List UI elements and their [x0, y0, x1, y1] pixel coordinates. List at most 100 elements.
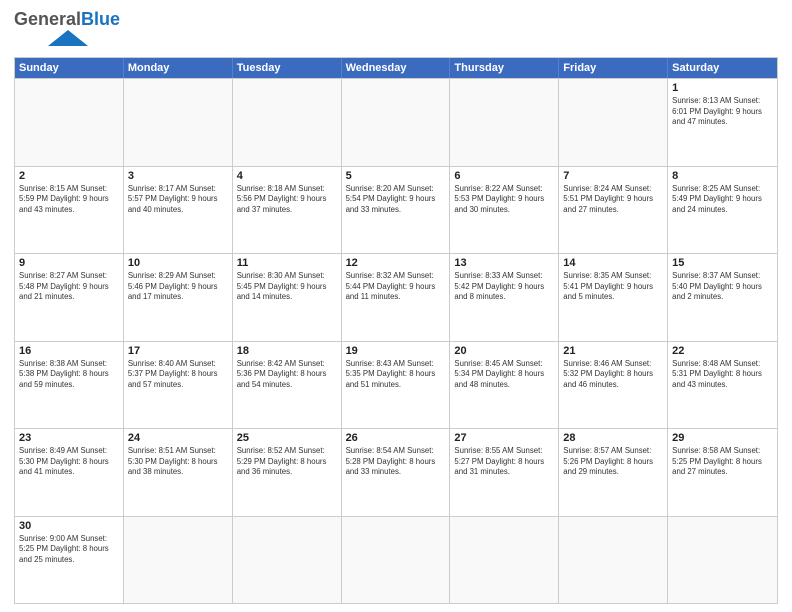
day-number: 30: [19, 520, 119, 532]
day-info: Sunrise: 8:55 AM Sunset: 5:27 PM Dayligh…: [454, 446, 554, 478]
day-number: 29: [672, 432, 773, 444]
calendar-row-5: 23 Sunrise: 8:49 AM Sunset: 5:30 PM Dayli…: [15, 428, 777, 516]
day-cell-22: 22 Sunrise: 8:48 AM Sunset: 5:31 PM Dayli…: [668, 342, 777, 429]
day-number: 27: [454, 432, 554, 444]
day-info: Sunrise: 8:33 AM Sunset: 5:42 PM Dayligh…: [454, 271, 554, 303]
day-cell-23: 23 Sunrise: 8:49 AM Sunset: 5:30 PM Dayli…: [15, 429, 124, 516]
day-cell-8: 8 Sunrise: 8:25 AM Sunset: 5:49 PM Daylig…: [668, 167, 777, 254]
page: General Blue SundayMondayTuesdayWednesda…: [0, 0, 792, 612]
empty-cell: [450, 517, 559, 604]
calendar-header: SundayMondayTuesdayWednesdayThursdayFrid…: [15, 58, 777, 78]
day-cell-5: 5Sunrise: 8:20 AM Sunset: 5:54 PM Daylig…: [342, 167, 451, 254]
day-info: Sunrise: 8:51 AM Sunset: 5:30 PM Dayligh…: [128, 446, 228, 478]
day-number: 10: [128, 257, 228, 269]
day-number: 13: [454, 257, 554, 269]
day-number: 2: [19, 170, 119, 182]
day-cell-16: 16 Sunrise: 8:38 AM Sunset: 5:38 PM Dayli…: [15, 342, 124, 429]
day-number: 1: [672, 82, 773, 94]
day-number: 16: [19, 345, 119, 357]
day-number: 12: [346, 257, 446, 269]
day-info: Sunrise: 8:13 AM Sunset: 6:01 PM Dayligh…: [672, 96, 773, 128]
day-cell-11: 11 Sunrise: 8:30 AM Sunset: 5:45 PM Dayli…: [233, 254, 342, 341]
weekday-header-tuesday: Tuesday: [233, 58, 342, 78]
day-number: 9: [19, 257, 119, 269]
day-cell-29: 29Sunrise: 8:58 AM Sunset: 5:25 PM Dayli…: [668, 429, 777, 516]
day-info: Sunrise: 8:20 AM Sunset: 5:54 PM Dayligh…: [346, 184, 446, 216]
weekday-header-monday: Monday: [124, 58, 233, 78]
day-info: Sunrise: 8:49 AM Sunset: 5:30 PM Dayligh…: [19, 446, 119, 478]
day-info: Sunrise: 8:46 AM Sunset: 5:32 PM Dayligh…: [563, 359, 663, 391]
day-number: 25: [237, 432, 337, 444]
day-cell-12: 12Sunrise: 8:32 AM Sunset: 5:44 PM Dayli…: [342, 254, 451, 341]
day-cell-17: 17Sunrise: 8:40 AM Sunset: 5:37 PM Dayli…: [124, 342, 233, 429]
day-cell-3: 3Sunrise: 8:17 AM Sunset: 5:57 PM Daylig…: [124, 167, 233, 254]
day-info: Sunrise: 8:48 AM Sunset: 5:31 PM Dayligh…: [672, 359, 773, 391]
weekday-header-saturday: Saturday: [668, 58, 777, 78]
day-info: Sunrise: 8:29 AM Sunset: 5:46 PM Dayligh…: [128, 271, 228, 303]
day-number: 17: [128, 345, 228, 357]
day-cell-1: 1 Sunrise: 8:13 AM Sunset: 6:01 PM Daylig…: [668, 79, 777, 166]
empty-cell: [342, 79, 451, 166]
day-cell-30: 30 Sunrise: 9:00 AM Sunset: 5:25 PM Dayli…: [15, 517, 124, 604]
empty-cell: [342, 517, 451, 604]
day-info: Sunrise: 8:37 AM Sunset: 5:40 PM Dayligh…: [672, 271, 773, 303]
day-number: 19: [346, 345, 446, 357]
day-info: Sunrise: 8:54 AM Sunset: 5:28 PM Dayligh…: [346, 446, 446, 478]
weekday-header-sunday: Sunday: [15, 58, 124, 78]
day-info: Sunrise: 8:42 AM Sunset: 5:36 PM Dayligh…: [237, 359, 337, 391]
day-cell-13: 13 Sunrise: 8:33 AM Sunset: 5:42 PM Dayli…: [450, 254, 559, 341]
empty-cell: [233, 79, 342, 166]
day-number: 26: [346, 432, 446, 444]
day-cell-6: 6 Sunrise: 8:22 AM Sunset: 5:53 PM Daylig…: [450, 167, 559, 254]
day-info: Sunrise: 8:22 AM Sunset: 5:53 PM Dayligh…: [454, 184, 554, 216]
day-number: 7: [563, 170, 663, 182]
day-info: Sunrise: 8:57 AM Sunset: 5:26 PM Dayligh…: [563, 446, 663, 478]
day-info: Sunrise: 9:00 AM Sunset: 5:25 PM Dayligh…: [19, 534, 119, 566]
day-cell-21: 21Sunrise: 8:46 AM Sunset: 5:32 PM Dayli…: [559, 342, 668, 429]
day-info: Sunrise: 8:17 AM Sunset: 5:57 PM Dayligh…: [128, 184, 228, 216]
weekday-header-thursday: Thursday: [450, 58, 559, 78]
day-cell-9: 9 Sunrise: 8:27 AM Sunset: 5:48 PM Daylig…: [15, 254, 124, 341]
day-cell-18: 18Sunrise: 8:42 AM Sunset: 5:36 PM Dayli…: [233, 342, 342, 429]
weekday-header-wednesday: Wednesday: [342, 58, 451, 78]
calendar-row-6: 30 Sunrise: 9:00 AM Sunset: 5:25 PM Dayli…: [15, 516, 777, 604]
day-number: 15: [672, 257, 773, 269]
day-info: Sunrise: 8:38 AM Sunset: 5:38 PM Dayligh…: [19, 359, 119, 391]
day-number: 6: [454, 170, 554, 182]
day-cell-7: 7 Sunrise: 8:24 AM Sunset: 5:51 PM Daylig…: [559, 167, 668, 254]
day-number: 11: [237, 257, 337, 269]
weekday-header-friday: Friday: [559, 58, 668, 78]
calendar-row-2: 2Sunrise: 8:15 AM Sunset: 5:59 PM Daylig…: [15, 166, 777, 254]
day-number: 8: [672, 170, 773, 182]
day-info: Sunrise: 8:30 AM Sunset: 5:45 PM Dayligh…: [237, 271, 337, 303]
day-info: Sunrise: 8:25 AM Sunset: 5:49 PM Dayligh…: [672, 184, 773, 216]
calendar: SundayMondayTuesdayWednesdayThursdayFrid…: [14, 57, 778, 604]
day-info: Sunrise: 8:45 AM Sunset: 5:34 PM Dayligh…: [454, 359, 554, 391]
day-cell-19: 19 Sunrise: 8:43 AM Sunset: 5:35 PM Dayli…: [342, 342, 451, 429]
calendar-row-3: 9 Sunrise: 8:27 AM Sunset: 5:48 PM Daylig…: [15, 253, 777, 341]
logo-blue-text: Blue: [81, 10, 120, 28]
day-number: 23: [19, 432, 119, 444]
day-cell-14: 14Sunrise: 8:35 AM Sunset: 5:41 PM Dayli…: [559, 254, 668, 341]
day-number: 20: [454, 345, 554, 357]
day-info: Sunrise: 8:43 AM Sunset: 5:35 PM Dayligh…: [346, 359, 446, 391]
calendar-body: 1 Sunrise: 8:13 AM Sunset: 6:01 PM Daylig…: [15, 78, 777, 603]
logo-general-text: General: [14, 10, 81, 28]
empty-cell: [124, 517, 233, 604]
day-cell-10: 10 Sunrise: 8:29 AM Sunset: 5:46 PM Dayli…: [124, 254, 233, 341]
day-info: Sunrise: 8:27 AM Sunset: 5:48 PM Dayligh…: [19, 271, 119, 303]
day-number: 14: [563, 257, 663, 269]
day-number: 22: [672, 345, 773, 357]
empty-cell: [559, 517, 668, 604]
day-info: Sunrise: 8:18 AM Sunset: 5:56 PM Dayligh…: [237, 184, 337, 216]
empty-cell: [233, 517, 342, 604]
day-number: 24: [128, 432, 228, 444]
day-cell-25: 25Sunrise: 8:52 AM Sunset: 5:29 PM Dayli…: [233, 429, 342, 516]
empty-cell: [559, 79, 668, 166]
calendar-row-4: 16 Sunrise: 8:38 AM Sunset: 5:38 PM Dayli…: [15, 341, 777, 429]
day-cell-26: 26 Sunrise: 8:54 AM Sunset: 5:28 PM Dayli…: [342, 429, 451, 516]
day-cell-2: 2Sunrise: 8:15 AM Sunset: 5:59 PM Daylig…: [15, 167, 124, 254]
logo-icon: [16, 28, 96, 46]
empty-cell: [668, 517, 777, 604]
day-info: Sunrise: 8:24 AM Sunset: 5:51 PM Dayligh…: [563, 184, 663, 216]
